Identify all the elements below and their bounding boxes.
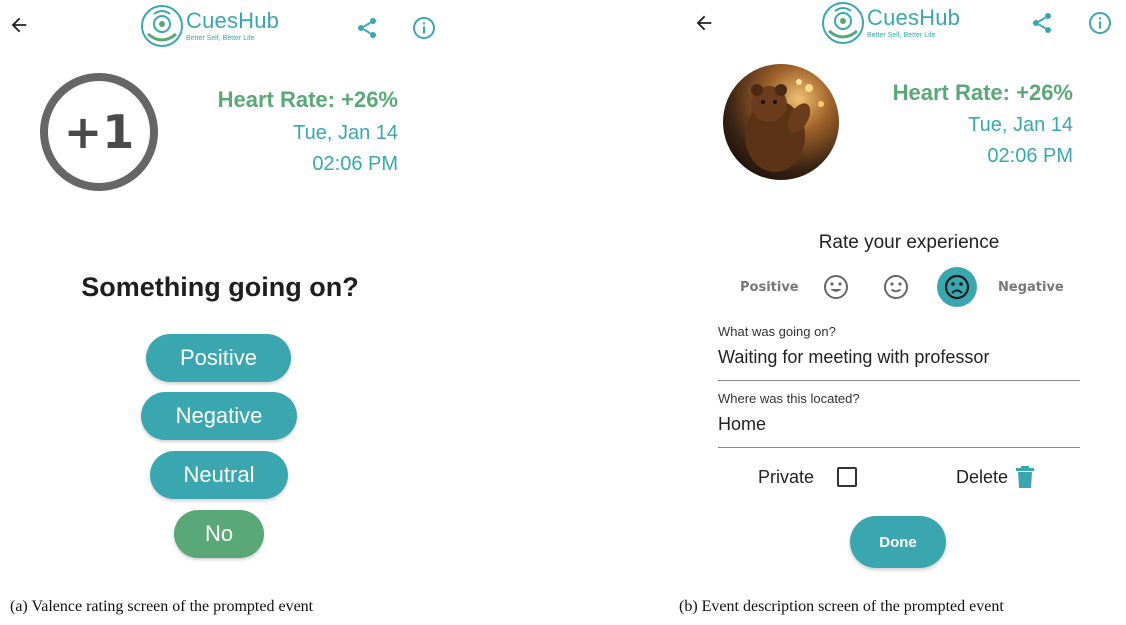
badge-value: +1 [63, 105, 135, 159]
info-icon [1089, 12, 1111, 34]
logo-tagline: Better Self, Better Life [186, 35, 255, 42]
caption-a: (a) Valence rating screen of the prompte… [10, 598, 314, 615]
info-button[interactable] [412, 16, 436, 45]
where-field-input[interactable]: Home [718, 414, 1080, 435]
happy-face-icon [824, 275, 848, 299]
event-date: Tue, Jan 14 [293, 122, 398, 144]
where-field-label: Where was this located? [718, 391, 860, 406]
bear-cub-image [723, 64, 839, 180]
cueshub-logo-icon [822, 2, 864, 44]
scale-positive-label: Positive [740, 280, 799, 295]
negative-button[interactable]: Negative [141, 392, 297, 440]
where-field-underline [718, 447, 1080, 448]
smile-face-icon [884, 275, 908, 299]
neutral-button[interactable]: Neutral [150, 451, 288, 499]
share-icon [358, 18, 376, 38]
delete-label[interactable]: Delete [956, 467, 1008, 488]
private-label: Private [758, 467, 815, 487]
share-button[interactable] [1030, 11, 1054, 40]
sad-face-icon [944, 274, 970, 300]
event-date: Tue, Jan 14 [968, 114, 1073, 136]
back-button[interactable] [8, 14, 30, 40]
cueshub-logo-icon [141, 5, 183, 47]
prompt-count-badge: +1 [40, 73, 158, 191]
event-photo [723, 64, 839, 180]
what-field-underline [718, 380, 1080, 381]
positive-button[interactable]: Positive [146, 334, 291, 382]
share-icon [1033, 13, 1051, 33]
arrow-left-icon [11, 17, 27, 33]
logo-name: CuesHub [186, 8, 280, 33]
event-time: 02:06 PM [987, 145, 1073, 167]
scale-negative-label: Negative [998, 280, 1064, 295]
what-field-label: What was going on? [718, 324, 836, 339]
valence-question: Something going on? [81, 272, 359, 302]
info-button[interactable] [1088, 11, 1112, 40]
app-logo: CuesHub Better Self, Better Life [821, 1, 960, 45]
caption-b: (b) Event description screen of the prom… [679, 598, 1004, 615]
rate-experience-title: Rate your experience [818, 232, 1000, 253]
share-button[interactable] [355, 16, 379, 45]
delete-button[interactable] [1015, 465, 1035, 494]
face-sad-option[interactable] [937, 267, 977, 307]
trash-icon [1016, 466, 1034, 488]
private-checkbox[interactable] [837, 467, 857, 487]
valence-rating-screen: CuesHub Better Self, Better Life +1 Hear… [0, 0, 440, 590]
event-description-screen: CuesHub Better Self, Better Life Heart R… [685, 0, 1125, 590]
arrow-left-icon [696, 15, 712, 31]
heart-rate-label: Heart Rate: +26% [892, 80, 1073, 105]
heart-rate-label: Heart Rate: +26% [217, 87, 398, 112]
face-happy-option[interactable] [823, 274, 849, 300]
no-button[interactable]: No [174, 510, 264, 558]
event-time: 02:06 PM [312, 153, 398, 175]
what-field-input[interactable]: Waiting for meeting with professor [718, 347, 1080, 368]
logo-name: CuesHub [867, 5, 961, 30]
info-icon [413, 17, 435, 39]
done-button[interactable]: Done [850, 516, 946, 568]
app-logo: CuesHub Better Self, Better Life [140, 4, 279, 48]
back-button[interactable] [693, 12, 715, 38]
logo-tagline: Better Self, Better Life [867, 32, 936, 39]
face-neutral-option[interactable] [883, 274, 909, 300]
